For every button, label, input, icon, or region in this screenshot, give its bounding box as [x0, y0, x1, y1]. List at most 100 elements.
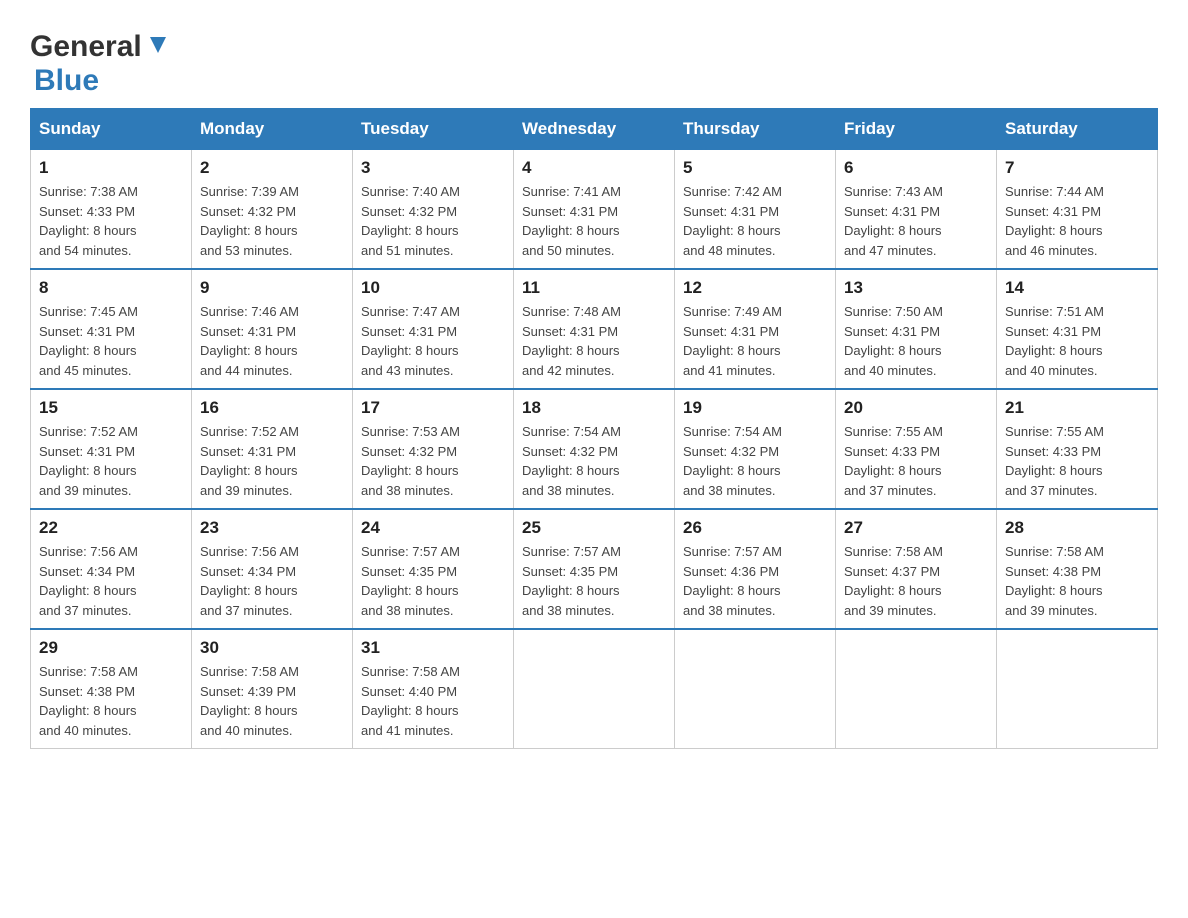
day-number: 23	[200, 518, 344, 538]
day-number: 11	[522, 278, 666, 298]
day-number: 30	[200, 638, 344, 658]
day-number: 21	[1005, 398, 1149, 418]
day-info: Sunrise: 7:55 AM Sunset: 4:33 PM Dayligh…	[844, 422, 988, 500]
day-number: 20	[844, 398, 988, 418]
day-info: Sunrise: 7:39 AM Sunset: 4:32 PM Dayligh…	[200, 182, 344, 260]
day-number: 24	[361, 518, 505, 538]
day-number: 15	[39, 398, 183, 418]
weekday-header-row: SundayMondayTuesdayWednesdayThursdayFrid…	[31, 109, 1158, 150]
day-cell: 27 Sunrise: 7:58 AM Sunset: 4:37 PM Dayl…	[836, 509, 997, 629]
day-cell: 25 Sunrise: 7:57 AM Sunset: 4:35 PM Dayl…	[514, 509, 675, 629]
day-info: Sunrise: 7:43 AM Sunset: 4:31 PM Dayligh…	[844, 182, 988, 260]
day-number: 26	[683, 518, 827, 538]
day-cell	[836, 629, 997, 749]
day-cell: 17 Sunrise: 7:53 AM Sunset: 4:32 PM Dayl…	[353, 389, 514, 509]
day-cell: 5 Sunrise: 7:42 AM Sunset: 4:31 PM Dayli…	[675, 150, 836, 270]
day-info: Sunrise: 7:58 AM Sunset: 4:38 PM Dayligh…	[1005, 542, 1149, 620]
week-row-5: 29 Sunrise: 7:58 AM Sunset: 4:38 PM Dayl…	[31, 629, 1158, 749]
weekday-header-tuesday: Tuesday	[353, 109, 514, 150]
day-info: Sunrise: 7:52 AM Sunset: 4:31 PM Dayligh…	[39, 422, 183, 500]
page-header: General Blue	[30, 20, 1158, 98]
day-number: 19	[683, 398, 827, 418]
day-number: 28	[1005, 518, 1149, 538]
day-number: 3	[361, 158, 505, 178]
day-info: Sunrise: 7:49 AM Sunset: 4:31 PM Dayligh…	[683, 302, 827, 380]
day-number: 2	[200, 158, 344, 178]
day-info: Sunrise: 7:57 AM Sunset: 4:35 PM Dayligh…	[522, 542, 666, 620]
day-number: 9	[200, 278, 344, 298]
week-row-4: 22 Sunrise: 7:56 AM Sunset: 4:34 PM Dayl…	[31, 509, 1158, 629]
day-cell: 8 Sunrise: 7:45 AM Sunset: 4:31 PM Dayli…	[31, 269, 192, 389]
day-cell: 19 Sunrise: 7:54 AM Sunset: 4:32 PM Dayl…	[675, 389, 836, 509]
day-number: 31	[361, 638, 505, 658]
day-number: 4	[522, 158, 666, 178]
day-number: 6	[844, 158, 988, 178]
calendar-table: SundayMondayTuesdayWednesdayThursdayFrid…	[30, 108, 1158, 749]
day-info: Sunrise: 7:51 AM Sunset: 4:31 PM Dayligh…	[1005, 302, 1149, 380]
day-info: Sunrise: 7:50 AM Sunset: 4:31 PM Dayligh…	[844, 302, 988, 380]
day-number: 27	[844, 518, 988, 538]
day-cell: 6 Sunrise: 7:43 AM Sunset: 4:31 PM Dayli…	[836, 150, 997, 270]
day-cell	[514, 629, 675, 749]
day-cell: 22 Sunrise: 7:56 AM Sunset: 4:34 PM Dayl…	[31, 509, 192, 629]
day-number: 16	[200, 398, 344, 418]
day-number: 1	[39, 158, 183, 178]
day-cell	[997, 629, 1158, 749]
day-info: Sunrise: 7:41 AM Sunset: 4:31 PM Dayligh…	[522, 182, 666, 260]
weekday-header-thursday: Thursday	[675, 109, 836, 150]
day-info: Sunrise: 7:53 AM Sunset: 4:32 PM Dayligh…	[361, 422, 505, 500]
day-cell: 23 Sunrise: 7:56 AM Sunset: 4:34 PM Dayl…	[192, 509, 353, 629]
day-cell: 16 Sunrise: 7:52 AM Sunset: 4:31 PM Dayl…	[192, 389, 353, 509]
day-cell: 21 Sunrise: 7:55 AM Sunset: 4:33 PM Dayl…	[997, 389, 1158, 509]
day-number: 22	[39, 518, 183, 538]
day-info: Sunrise: 7:57 AM Sunset: 4:36 PM Dayligh…	[683, 542, 827, 620]
day-number: 17	[361, 398, 505, 418]
day-info: Sunrise: 7:42 AM Sunset: 4:31 PM Dayligh…	[683, 182, 827, 260]
day-info: Sunrise: 7:47 AM Sunset: 4:31 PM Dayligh…	[361, 302, 505, 380]
day-number: 10	[361, 278, 505, 298]
day-number: 29	[39, 638, 183, 658]
weekday-header-wednesday: Wednesday	[514, 109, 675, 150]
day-cell: 24 Sunrise: 7:57 AM Sunset: 4:35 PM Dayl…	[353, 509, 514, 629]
day-info: Sunrise: 7:58 AM Sunset: 4:38 PM Dayligh…	[39, 662, 183, 740]
day-number: 13	[844, 278, 988, 298]
day-cell: 11 Sunrise: 7:48 AM Sunset: 4:31 PM Dayl…	[514, 269, 675, 389]
day-number: 18	[522, 398, 666, 418]
day-info: Sunrise: 7:58 AM Sunset: 4:40 PM Dayligh…	[361, 662, 505, 740]
day-cell: 9 Sunrise: 7:46 AM Sunset: 4:31 PM Dayli…	[192, 269, 353, 389]
day-number: 8	[39, 278, 183, 298]
weekday-header-sunday: Sunday	[31, 109, 192, 150]
logo-blue: Blue	[34, 64, 99, 97]
day-cell: 31 Sunrise: 7:58 AM Sunset: 4:40 PM Dayl…	[353, 629, 514, 749]
day-cell: 14 Sunrise: 7:51 AM Sunset: 4:31 PM Dayl…	[997, 269, 1158, 389]
day-cell	[675, 629, 836, 749]
day-info: Sunrise: 7:56 AM Sunset: 4:34 PM Dayligh…	[200, 542, 344, 620]
day-info: Sunrise: 7:52 AM Sunset: 4:31 PM Dayligh…	[200, 422, 344, 500]
day-cell: 7 Sunrise: 7:44 AM Sunset: 4:31 PM Dayli…	[997, 150, 1158, 270]
day-info: Sunrise: 7:44 AM Sunset: 4:31 PM Dayligh…	[1005, 182, 1149, 260]
day-info: Sunrise: 7:56 AM Sunset: 4:34 PM Dayligh…	[39, 542, 183, 620]
day-cell: 18 Sunrise: 7:54 AM Sunset: 4:32 PM Dayl…	[514, 389, 675, 509]
day-cell: 12 Sunrise: 7:49 AM Sunset: 4:31 PM Dayl…	[675, 269, 836, 389]
day-cell: 1 Sunrise: 7:38 AM Sunset: 4:33 PM Dayli…	[31, 150, 192, 270]
day-info: Sunrise: 7:58 AM Sunset: 4:37 PM Dayligh…	[844, 542, 988, 620]
day-info: Sunrise: 7:58 AM Sunset: 4:39 PM Dayligh…	[200, 662, 344, 740]
day-number: 25	[522, 518, 666, 538]
day-cell: 3 Sunrise: 7:40 AM Sunset: 4:32 PM Dayli…	[353, 150, 514, 270]
day-cell: 13 Sunrise: 7:50 AM Sunset: 4:31 PM Dayl…	[836, 269, 997, 389]
week-row-2: 8 Sunrise: 7:45 AM Sunset: 4:31 PM Dayli…	[31, 269, 1158, 389]
day-cell: 30 Sunrise: 7:58 AM Sunset: 4:39 PM Dayl…	[192, 629, 353, 749]
logo: General Blue	[30, 20, 172, 98]
weekday-header-monday: Monday	[192, 109, 353, 150]
day-cell: 28 Sunrise: 7:58 AM Sunset: 4:38 PM Dayl…	[997, 509, 1158, 629]
day-cell: 4 Sunrise: 7:41 AM Sunset: 4:31 PM Dayli…	[514, 150, 675, 270]
day-info: Sunrise: 7:46 AM Sunset: 4:31 PM Dayligh…	[200, 302, 344, 380]
day-info: Sunrise: 7:48 AM Sunset: 4:31 PM Dayligh…	[522, 302, 666, 380]
day-number: 7	[1005, 158, 1149, 178]
day-cell: 10 Sunrise: 7:47 AM Sunset: 4:31 PM Dayl…	[353, 269, 514, 389]
day-info: Sunrise: 7:38 AM Sunset: 4:33 PM Dayligh…	[39, 182, 183, 260]
day-cell: 20 Sunrise: 7:55 AM Sunset: 4:33 PM Dayl…	[836, 389, 997, 509]
day-cell: 26 Sunrise: 7:57 AM Sunset: 4:36 PM Dayl…	[675, 509, 836, 629]
day-cell: 15 Sunrise: 7:52 AM Sunset: 4:31 PM Dayl…	[31, 389, 192, 509]
day-info: Sunrise: 7:45 AM Sunset: 4:31 PM Dayligh…	[39, 302, 183, 380]
